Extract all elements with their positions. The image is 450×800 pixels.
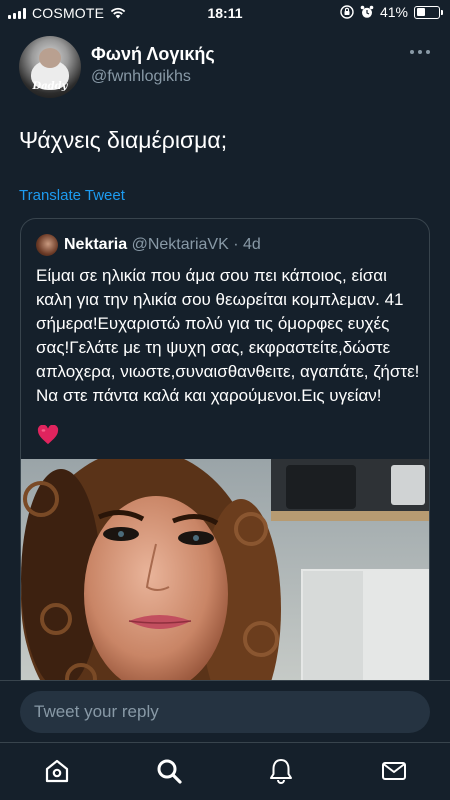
battery-fill	[416, 8, 425, 16]
reply-bar	[0, 680, 450, 742]
more-options-icon[interactable]	[410, 50, 430, 54]
quoted-tweet-header: Nektaria @NektariaVK · 4d	[64, 236, 261, 254]
home-icon[interactable]	[43, 757, 71, 785]
battery-icon	[414, 5, 443, 19]
avatar-caption: Daddy	[32, 81, 68, 92]
notifications-icon[interactable]	[267, 757, 295, 785]
status-bar: COSMOTE 18:11 41%	[0, 0, 450, 26]
quoted-tweet[interactable]: Nektaria @NektariaVK · 4d Είμαι σε ηλικί…	[20, 218, 430, 698]
avatar-face	[39, 48, 61, 68]
battery-percent: 41%	[379, 4, 408, 20]
author-name[interactable]: Φωνή Λογικής	[91, 44, 215, 65]
alarm-icon	[360, 5, 374, 18]
selfie-photo	[21, 459, 429, 697]
quoted-tweet-text: Είμαι σε ηλικία που άμα σου πει κάποιος,…	[36, 266, 420, 405]
tab-bar	[0, 742, 450, 800]
quoted-tweet-photo[interactable]	[21, 459, 429, 697]
author-avatar[interactable]: Daddy	[19, 36, 81, 98]
orientation-lock-icon	[340, 5, 354, 19]
search-icon[interactable]	[155, 757, 183, 785]
quoted-time: 4d	[243, 236, 261, 253]
author-handle[interactable]: @fwnhlogikhs	[91, 68, 191, 86]
status-right: 41%	[340, 4, 443, 20]
tweet-text: Ψάχνεις διαμέρισμα;	[19, 127, 228, 153]
quoted-separator: ·	[233, 236, 239, 253]
quoted-author-name: Nektaria	[64, 236, 128, 253]
quoted-author-handle: @NektariaVK	[131, 236, 229, 253]
red-heart-icon	[37, 425, 59, 445]
reply-input[interactable]	[20, 691, 430, 733]
translate-tweet-link[interactable]: Translate Tweet	[19, 187, 125, 204]
messages-icon[interactable]	[380, 757, 408, 785]
quoted-author-avatar	[36, 234, 58, 256]
